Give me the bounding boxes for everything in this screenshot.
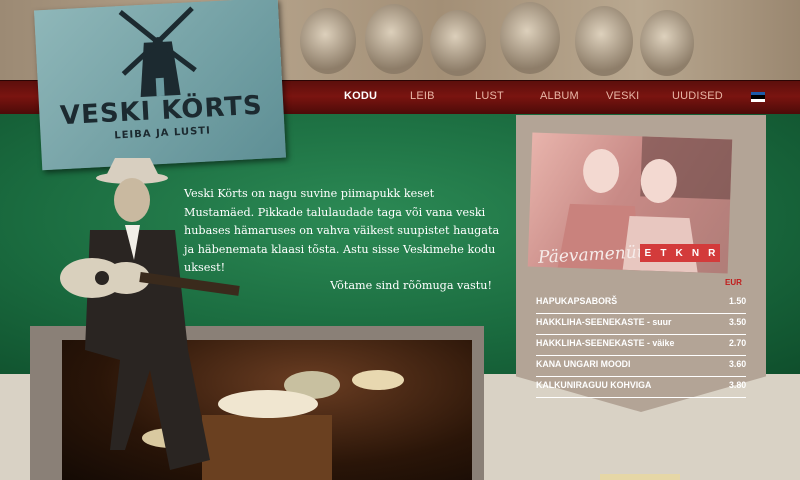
day-tabs: E T K N R — [640, 244, 720, 262]
footer-tab — [600, 474, 680, 480]
dish-price: 3.60 — [729, 359, 747, 369]
dish-price: 2.70 — [729, 338, 747, 348]
photo-face — [640, 10, 694, 76]
menu-dish-row: HAPUKAPSABORŠ 1.50 — [536, 293, 746, 314]
dish-name: KALKUNIRAGUU KOHVIGA — [536, 380, 652, 390]
nav-item-kodu[interactable]: KODU — [344, 90, 377, 102]
nav-item-leib[interactable]: LEIB — [410, 90, 435, 102]
logo-sign[interactable]: VESKI KÖRTS LEIBA JA LUSTI — [33, 0, 287, 171]
dish-name: HAKKLIHA-SEENEKASTE - väike — [536, 338, 675, 348]
day-tab-e[interactable]: E — [645, 248, 652, 259]
photo-face — [575, 6, 633, 76]
dish-price: 3.80 — [729, 380, 747, 390]
dish-name: HAKKLIHA-SEENEKASTE - suur — [536, 317, 672, 327]
menu-dish-row: KANA UNGARI MOODI 3.60 — [536, 356, 746, 377]
day-tab-t[interactable]: T — [660, 248, 666, 259]
menu-dish-row: KALKUNIRAGUU KOHVIGA 3.80 — [536, 377, 746, 398]
photo-face — [365, 4, 423, 74]
nav-item-lust[interactable]: LUST — [475, 90, 504, 102]
day-tab-r[interactable]: R — [708, 248, 715, 259]
nav-item-album[interactable]: ALBUM — [540, 90, 579, 102]
dish-price: 1.50 — [729, 296, 747, 306]
menu-dish-row: HAKKLIHA-SEENEKASTE - väike 2.70 — [536, 335, 746, 356]
nav-item-veski[interactable]: VESKI — [606, 90, 639, 102]
menu-dish-row: HAKKLIHA-SEENEKASTE - suur 3.50 — [536, 314, 746, 335]
photo-face — [500, 2, 560, 74]
dish-price: 3.50 — [729, 317, 747, 327]
welcome-text: Võtame sind rõõmuga vastu! — [330, 279, 492, 292]
dish-name: KANA UNGARI MOODI — [536, 359, 631, 369]
photo-face — [300, 8, 356, 74]
day-tab-n[interactable]: N — [692, 248, 699, 259]
estonian-flag-icon[interactable] — [751, 92, 765, 102]
guitar-player-figure — [60, 158, 240, 470]
dish-name: HAPUKAPSABORŠ — [536, 296, 618, 306]
nav-item-uudised[interactable]: UUDISED — [672, 90, 723, 102]
currency-label: EUR — [725, 278, 742, 287]
photo-face — [430, 10, 486, 76]
day-tab-k[interactable]: K — [676, 248, 683, 259]
